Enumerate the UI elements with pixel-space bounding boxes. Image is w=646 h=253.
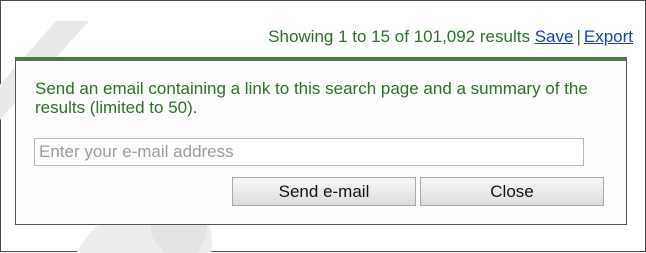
close-button[interactable]: Close [420,177,604,206]
export-link[interactable]: Export [584,27,633,46]
page-frame: Showing 1 to 15 of 101,092 results Save |… [0,0,646,253]
results-toolbar: Showing 1 to 15 of 101,092 results Save |… [268,27,633,47]
save-link[interactable]: Save [535,27,574,46]
send-email-button[interactable]: Send e-mail [232,177,416,206]
link-separator: | [576,27,581,46]
email-address-input[interactable] [34,138,584,166]
results-summary: Showing 1 to 15 of 101,092 results [268,27,530,46]
email-results-panel: Send an email containing a link to this … [15,57,627,225]
email-panel-message: Send an email containing a link to this … [35,79,588,117]
